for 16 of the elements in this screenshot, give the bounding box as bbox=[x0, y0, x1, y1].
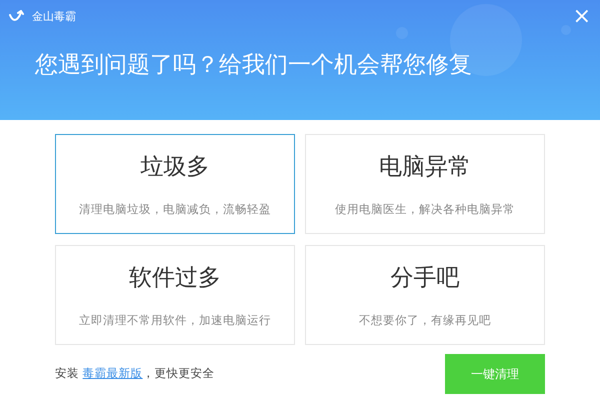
logo-icon bbox=[9, 10, 25, 24]
card-title: 软件过多 bbox=[129, 264, 221, 293]
card-title: 垃圾多 bbox=[140, 153, 210, 182]
option-card[interactable]: 垃圾多 清理电脑垃圾，电脑减负，流畅轻盈 bbox=[55, 134, 295, 234]
install-hint: 安装 毒霸最新版，更快更安全 bbox=[55, 365, 215, 382]
headline: 您遇到问题了吗？给我们一个机会帮您修复 bbox=[35, 51, 473, 80]
card-description: 清理电脑垃圾，电脑减负，流畅轻盈 bbox=[79, 200, 271, 218]
card-title: 分手吧 bbox=[390, 264, 460, 293]
card-title: 电脑异常 bbox=[379, 153, 471, 182]
option-card[interactable]: 电脑异常 使用电脑医生，解决各种电脑异常 bbox=[305, 134, 545, 234]
option-card[interactable]: 分手吧 不想要你了，有缘再见吧 bbox=[305, 245, 545, 345]
option-card[interactable]: 软件过多 立即清理不常用软件，加速电脑运行 bbox=[55, 245, 295, 345]
card-description: 立即清理不常用软件，加速电脑运行 bbox=[79, 312, 271, 328]
window-title: 金山毒霸 bbox=[32, 8, 76, 25]
card-description: 使用电脑医生，解决各种电脑异常 bbox=[335, 200, 515, 218]
card-description: 不想要你了，有缘再见吧 bbox=[359, 312, 491, 328]
